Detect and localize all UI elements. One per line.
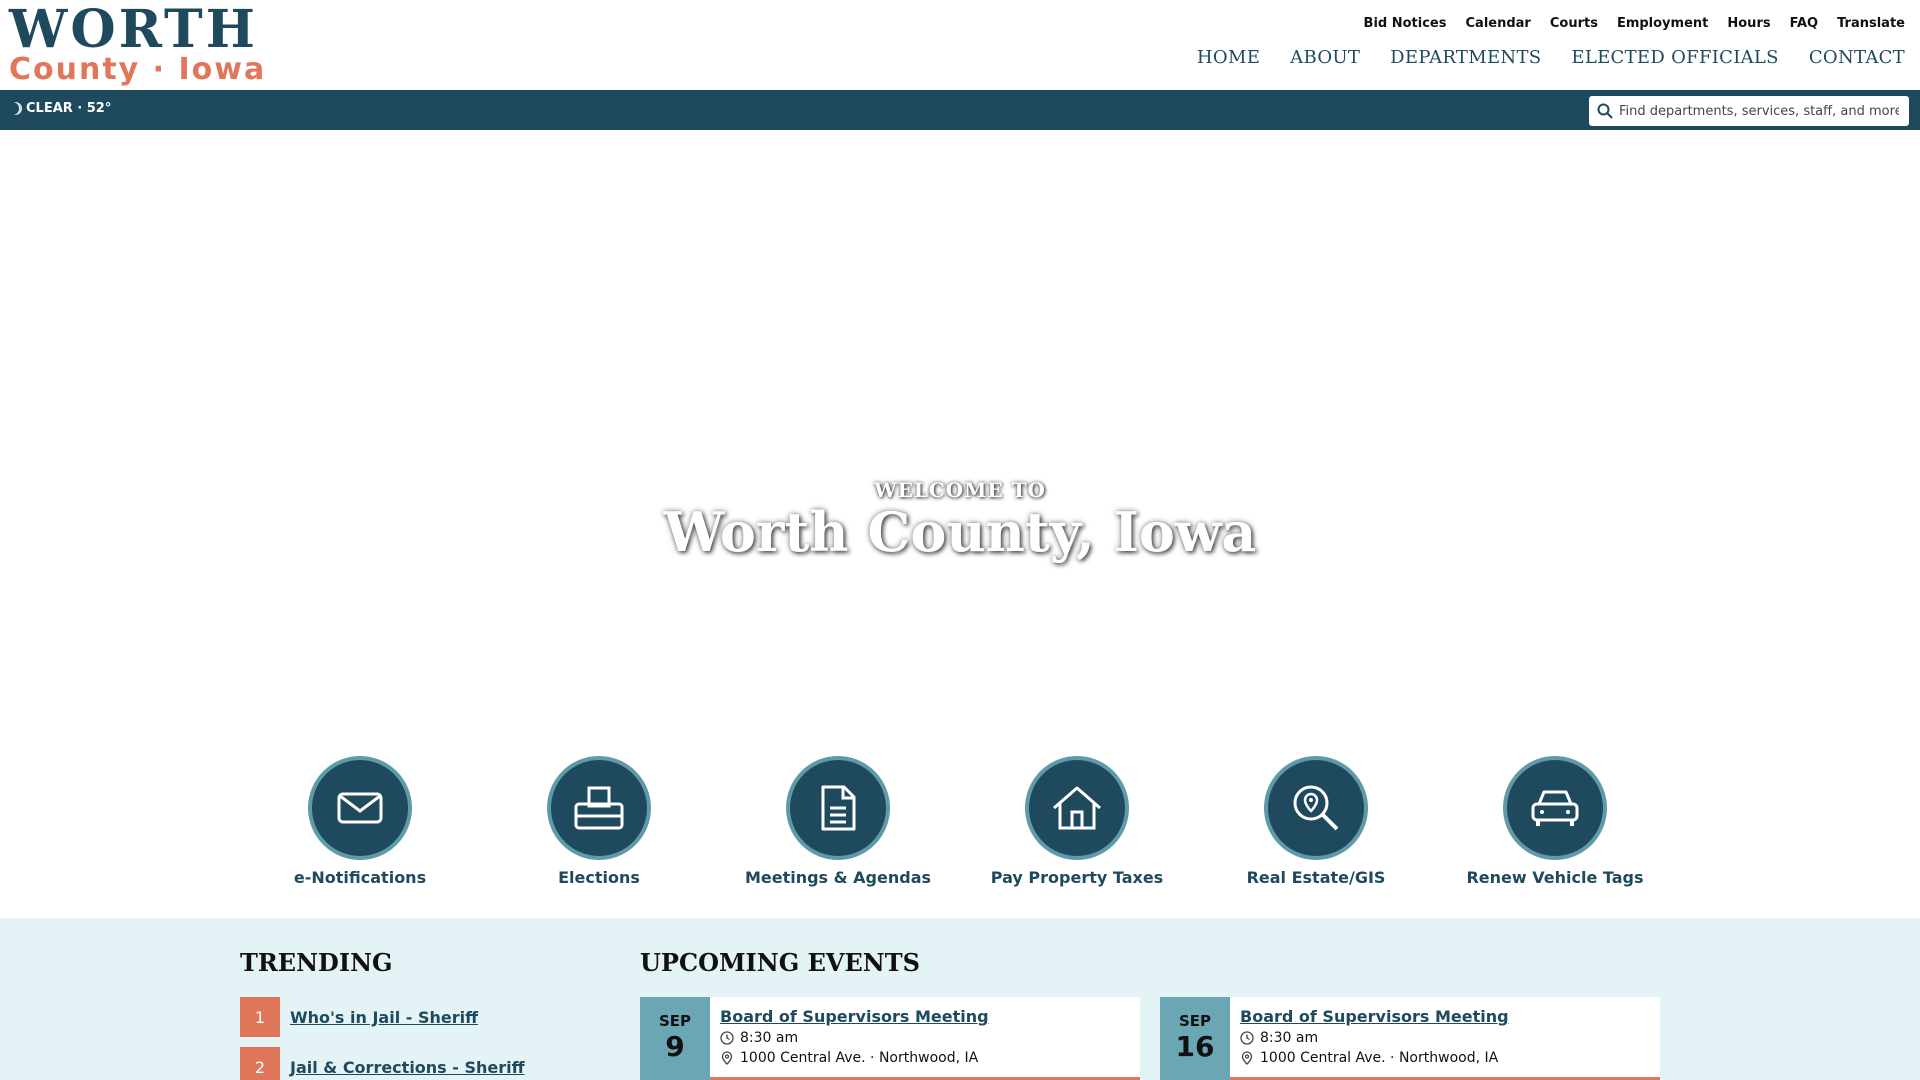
quick-link-elections[interactable]: Elections [479,756,719,887]
location-pin-icon [1241,1051,1253,1065]
quick-link-real-estate-gis[interactable]: Real Estate/GIS [1196,756,1436,887]
search-icon[interactable] [1597,103,1613,119]
quick-link-meetings-agendas[interactable]: Meetings & Agendas [718,756,958,887]
nav-contact[interactable]: CONTACT [1809,47,1905,68]
event-date: SEP 9 [640,997,710,1080]
logo-title: WORTH [9,0,258,60]
utility-link-hours[interactable]: Hours [1727,16,1770,31]
event-location: 1000 Central Ave. · Northwood, IA [740,1050,979,1066]
nav-home[interactable]: HOME [1197,47,1260,68]
info-bar: CLEAR · 52° [0,90,1920,130]
weather-text: CLEAR · 52° [26,101,112,116]
nav-departments[interactable]: DEPARTMENTS [1390,47,1541,68]
document-icon [786,756,890,860]
quick-link-label: Elections [558,868,640,887]
event-card: SEP 16 Board of Supervisors Meeting 8:30… [1160,997,1660,1080]
car-icon [1503,756,1607,860]
event-month: SEP [1178,1012,1212,1030]
search-box [1589,96,1909,126]
quick-link-pay-property-taxes[interactable]: Pay Property Taxes [957,756,1197,887]
event-card: SEP 9 Board of Supervisors Meeting 8:30 … [640,997,1140,1080]
house-icon [1025,756,1129,860]
utility-link-bid-notices[interactable]: Bid Notices [1364,16,1447,31]
search-input[interactable] [1619,103,1899,119]
event-time: 8:30 am [740,1030,799,1046]
trending-item: 1 Who's in Jail - Sheriff [240,997,478,1037]
quick-link-e-notifications[interactable]: e-Notifications [240,756,480,887]
quick-link-renew-vehicle-tags[interactable]: Renew Vehicle Tags [1435,756,1675,887]
event-day: 16 [1175,1030,1215,1063]
trending-title: TRENDING [240,948,393,977]
quick-link-label: Renew Vehicle Tags [1466,868,1644,887]
location-pin-icon [721,1051,733,1065]
trending-rank: 1 [240,997,280,1037]
quick-links: e-Notifications Elections Meetings & Age… [240,756,1680,890]
hero-welcome: WELCOME TO [874,478,1046,502]
quick-link-label: e-Notifications [293,868,427,887]
hero-banner [0,130,1920,730]
moon-icon [9,102,22,115]
event-title-link[interactable]: Board of Supervisors Meeting [720,1007,989,1026]
site-logo[interactable]: WORTH County · Iowa [9,4,266,86]
envelope-icon [308,756,412,860]
utility-link-employment[interactable]: Employment [1617,16,1708,31]
quick-link-label: Meetings & Agendas [744,868,932,887]
trending-link[interactable]: Who's in Jail - Sheriff [290,1008,478,1027]
nav-elected-officials[interactable]: ELECTED OFFICIALS [1571,47,1778,68]
main-nav: HOME ABOUT DEPARTMENTS ELECTED OFFICIALS… [1197,47,1905,68]
logo-subtitle: County · Iowa [9,52,267,87]
trending-item: 2 Jail & Corrections - Sheriff [240,1047,525,1080]
clock-icon [720,1031,734,1045]
events-title: UPCOMING EVENTS [640,948,920,977]
ballot-box-icon [547,756,651,860]
utility-link-calendar[interactable]: Calendar [1466,16,1531,31]
event-title-link[interactable]: Board of Supervisors Meeting [1240,1007,1509,1026]
utility-link-translate[interactable]: Translate [1837,16,1905,31]
trending-rank: 2 [240,1047,280,1080]
event-location: 1000 Central Ave. · Northwood, IA [1260,1050,1499,1066]
utility-nav: Bid Notices Calendar Courts Employment H… [1364,16,1905,31]
nav-about[interactable]: ABOUT [1290,47,1360,68]
weather-widget: CLEAR · 52° [9,101,111,116]
map-search-icon [1264,756,1368,860]
utility-link-courts[interactable]: Courts [1550,16,1598,31]
utility-link-faq[interactable]: FAQ [1790,16,1819,31]
event-date: SEP 16 [1160,997,1230,1080]
trending-link[interactable]: Jail & Corrections - Sheriff [290,1058,525,1077]
event-month: SEP [658,1012,692,1030]
hero-title: Worth County, Iowa [663,500,1257,564]
quick-link-label: Real Estate/GIS [1246,868,1386,887]
site-header: WORTH County · Iowa Bid Notices Calendar… [0,0,1920,90]
clock-icon [1240,1031,1254,1045]
quick-link-label: Pay Property Taxes [990,868,1164,887]
event-time: 8:30 am [1260,1030,1319,1046]
event-day: 9 [665,1030,685,1063]
